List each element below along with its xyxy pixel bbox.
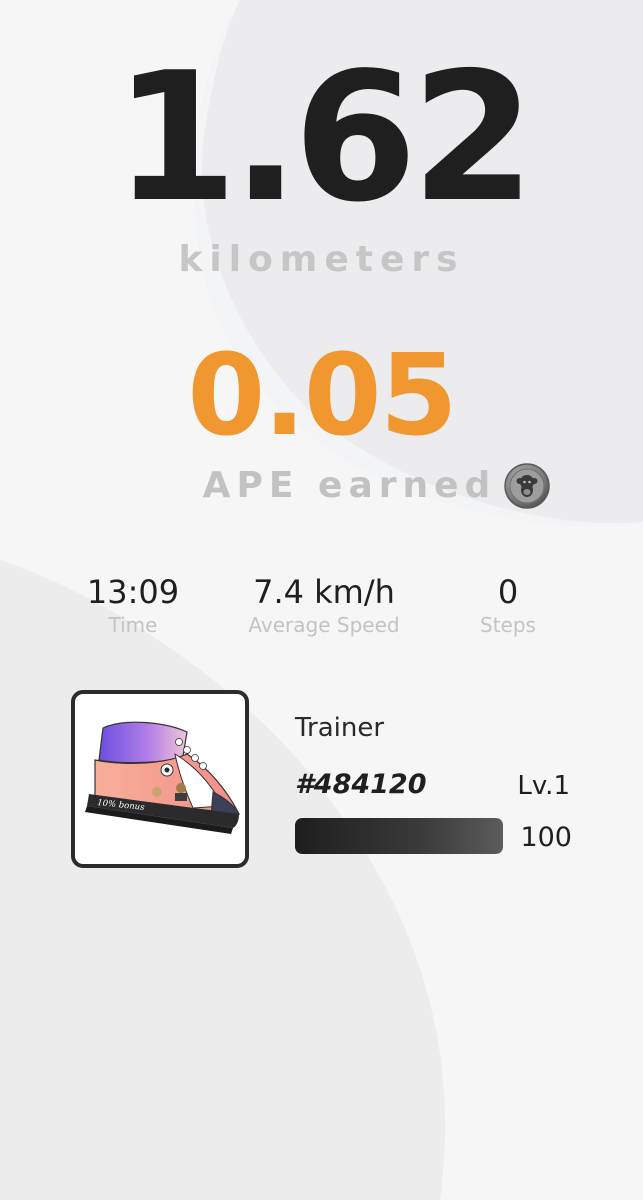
stat-steps: 0 Steps [448,572,568,638]
stat-average-speed: 7.4 km/h Average Speed [224,572,424,638]
ape-earned-row: APE earned [0,462,643,510]
trainer-shoe-card[interactable]: 10% bonus [71,690,249,868]
stat-time: 13:09 Time [58,572,208,638]
stat-steps-value: 0 [497,573,519,611]
distance-value: 1.62 [113,34,535,241]
distance-unit-label: kilometers [178,239,465,280]
run-summary-screen: 1.62 kilometers 0.05 APE earned 13:09 Ti… [0,0,643,1200]
ape-coin-icon [504,463,551,509]
stat-steps-label: Steps [480,613,536,637]
stat-average-speed-value: 7.4 km/h [253,573,395,611]
trainer-progress-fill [295,818,503,854]
stat-average-speed-label: Average Speed [248,613,400,637]
stat-time-value: 13:09 [86,573,180,611]
trainer-progress-value: 100 [520,822,572,853]
trainer-id: #484120 [295,769,427,800]
ape-earned-label: APE earned [202,465,497,506]
stat-time-label: Time [108,613,158,637]
trainer-level: Lv.1 [517,771,570,801]
trainer-progress-bar [295,818,503,854]
sneaker-image: 10% bonus [85,721,241,834]
ape-earned-value: 0.05 [187,331,457,461]
trainer-label: Trainer [295,713,385,743]
